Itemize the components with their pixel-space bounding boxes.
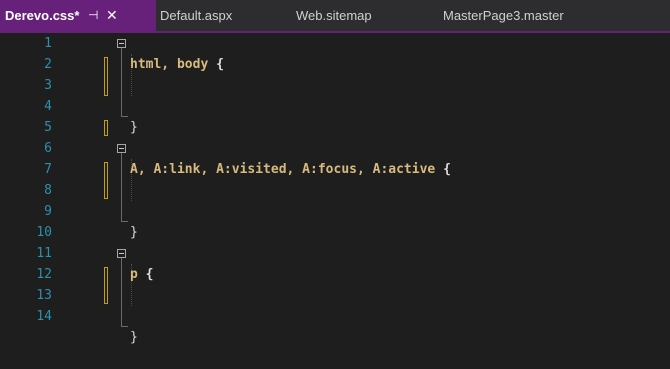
pin-icon[interactable]: ⊣ bbox=[88, 0, 98, 31]
css-selector: A, A:link, A:visited, A:focus, A:active … bbox=[130, 162, 451, 177]
line-number: 5 bbox=[44, 120, 52, 135]
tab-masterpage3-master[interactable]: MasterPage3.master bbox=[443, 0, 603, 31]
unsaved-change-marker bbox=[104, 267, 108, 304]
line-number: 2 bbox=[44, 57, 52, 72]
line-number: 12 bbox=[36, 267, 52, 282]
unsaved-change-marker bbox=[104, 162, 108, 199]
code-editor[interactable]: 1 2 3 4 5 6 7 8 9 10 11 12 13 14 html, b… bbox=[0, 33, 670, 345]
css-selector: html, body { bbox=[130, 57, 224, 72]
tab-label: Derevo.css* bbox=[5, 8, 80, 23]
tab-derevo-css[interactable]: Derevo.css* ⊣ ✕ bbox=[0, 0, 156, 31]
unsaved-change-marker bbox=[104, 120, 108, 136]
line-number: 8 bbox=[44, 183, 52, 198]
closing-brace: } bbox=[130, 225, 138, 240]
line-number: 10 bbox=[36, 225, 52, 240]
closing-brace: } bbox=[130, 120, 138, 135]
line-number: 7 bbox=[44, 162, 52, 177]
closing-brace: } bbox=[130, 330, 138, 345]
tab-web-sitemap[interactable]: Web.sitemap bbox=[296, 0, 434, 31]
close-icon[interactable]: ✕ bbox=[106, 0, 118, 31]
tab-default-aspx[interactable]: Default.aspx bbox=[160, 0, 290, 31]
document-tab-strip: Derevo.css* ⊣ ✕ Default.aspx Web.sitemap… bbox=[0, 0, 670, 33]
unsaved-change-marker bbox=[104, 57, 108, 96]
css-selector: p { bbox=[130, 267, 154, 282]
line-number: 13 bbox=[36, 288, 52, 303]
line-number: 3 bbox=[44, 78, 52, 93]
